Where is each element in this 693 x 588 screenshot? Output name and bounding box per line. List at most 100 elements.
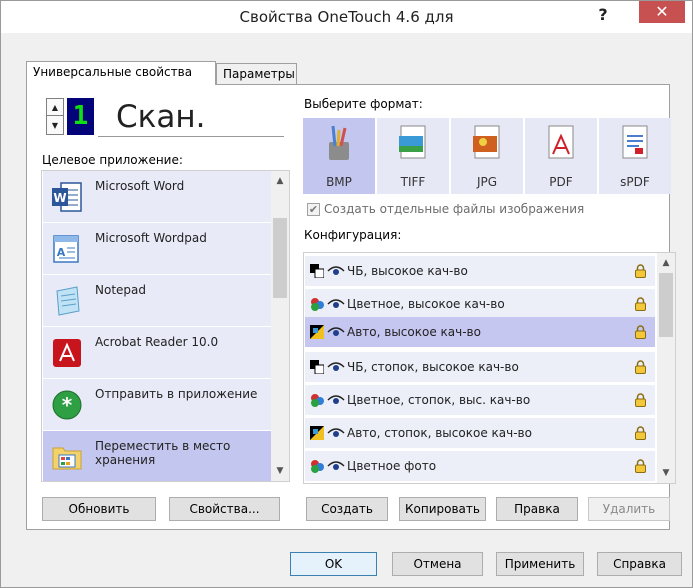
- color-mode-icon: [311, 298, 324, 311]
- eye-icon: [327, 428, 345, 437]
- list-item[interactable]: * Отправить в приложение: [43, 379, 271, 430]
- jpg-icon: [473, 125, 500, 159]
- ok-button[interactable]: OK: [290, 552, 377, 576]
- scan-spinner[interactable]: ▲ ▼: [46, 98, 64, 135]
- auto-mode-icon: [310, 426, 324, 440]
- list-item[interactable]: Notepad: [43, 275, 271, 326]
- separate-files-label: Создать отдельные файлы изображения: [324, 202, 585, 216]
- list-item-selected[interactable]: Авто, высокое кач-во: [305, 317, 655, 347]
- scrollbar-thumb[interactable]: [273, 218, 287, 298]
- lock-icon: [635, 325, 646, 339]
- properties-dialog: Свойства OneTouch 4.6 для ? ✕ Универсаль…: [0, 0, 693, 588]
- list-item[interactable]: Цветное, стопок, выс. кач-во: [305, 385, 655, 415]
- send-to-app-icon: *: [52, 390, 82, 420]
- list-item[interactable]: Авто, стопок, высокое кач-во: [305, 418, 655, 448]
- create-button[interactable]: Создать: [306, 497, 388, 521]
- list-item[interactable]: W Microsoft Word: [43, 171, 271, 222]
- format-label: BMP: [326, 175, 352, 189]
- refresh-button[interactable]: Обновить: [42, 497, 156, 521]
- target-app-heading: Целевое приложение:: [42, 153, 183, 167]
- close-button[interactable]: ✕: [639, 1, 685, 23]
- tab-universal-properties[interactable]: Универсальные свойства: [26, 61, 216, 85]
- list-item[interactable]: ЧБ, стопок, высокое кач-во: [305, 352, 655, 382]
- spdf-icon: [622, 125, 648, 159]
- eye-icon: [327, 327, 345, 336]
- config-list-scrollbar[interactable]: ▲ ▼: [657, 253, 675, 483]
- format-tiff[interactable]: TIFF: [377, 118, 449, 194]
- lock-icon: [635, 297, 646, 311]
- acrobat-icon: [53, 339, 81, 367]
- scan-name-field[interactable]: Скан.: [98, 97, 284, 137]
- svg-text:W: W: [53, 191, 66, 205]
- scroll-up-icon[interactable]: ▲: [657, 255, 675, 271]
- scrollbar-thumb[interactable]: [659, 273, 673, 337]
- app-label: Notepad: [95, 283, 146, 297]
- cancel-button[interactable]: Отмена: [392, 552, 483, 576]
- format-jpg[interactable]: JPG: [451, 118, 523, 194]
- config-label: ЧБ, стопок, высокое кач-во: [347, 360, 519, 374]
- pdf-icon: [548, 125, 574, 159]
- lock-icon: [635, 360, 646, 374]
- configuration-heading: Конфигурация:: [304, 228, 402, 242]
- format-spdf[interactable]: sPDF: [599, 118, 671, 194]
- config-label: Цветное, высокое кач-во: [347, 297, 505, 311]
- app-properties-button[interactable]: Свойства...: [169, 497, 280, 521]
- list-item[interactable]: Acrobat Reader 10.0: [43, 327, 271, 378]
- bmp-icon: [329, 125, 349, 160]
- format-bmp[interactable]: BMP: [303, 118, 375, 194]
- spinner-down-icon[interactable]: ▼: [47, 117, 63, 134]
- list-item-selected[interactable]: Переместить в место хранения: [43, 431, 271, 481]
- help-footer-button[interactable]: Справка: [597, 552, 682, 576]
- list-item[interactable]: Цветное, высокое кач-во: [305, 289, 655, 319]
- format-label: JPG: [476, 175, 498, 189]
- delete-button[interactable]: Удалить: [588, 497, 670, 521]
- eye-icon: [327, 362, 345, 371]
- tiff-icon: [399, 125, 426, 159]
- eye-icon: [327, 299, 345, 308]
- scroll-up-icon[interactable]: ▲: [271, 173, 289, 189]
- config-label: Цветное фото: [347, 459, 437, 473]
- bw-mode-icon: [310, 264, 324, 278]
- spinner-up-icon[interactable]: ▲: [47, 99, 63, 116]
- scan-number-display: 1: [67, 98, 94, 135]
- eye-icon: [327, 461, 345, 470]
- svg-text:*: *: [62, 393, 73, 417]
- app-list-scrollbar[interactable]: ▲ ▼: [271, 171, 289, 481]
- format-pdf[interactable]: PDF: [525, 118, 597, 194]
- app-label: Microsoft Word: [95, 179, 185, 193]
- apply-button[interactable]: Применить: [496, 552, 584, 576]
- list-item[interactable]: A Microsoft Wordpad: [43, 223, 271, 274]
- copy-button[interactable]: Копировать: [399, 497, 486, 521]
- auto-mode-icon: [310, 325, 324, 339]
- scroll-down-icon[interactable]: ▼: [271, 463, 289, 479]
- edit-button[interactable]: Правка: [496, 497, 578, 521]
- config-label: Авто, стопок, высокое кач-во: [347, 426, 532, 440]
- eye-icon: [327, 266, 345, 275]
- format-heading: Выберите формат:: [304, 97, 423, 111]
- configuration-list[interactable]: ЧБ, высокое кач-во Цветное, высокое кач-…: [303, 252, 676, 484]
- color-mode-icon: [311, 394, 324, 407]
- lock-icon: [635, 393, 646, 407]
- separate-files-checkbox[interactable]: ✔: [307, 203, 320, 216]
- format-label: TIFF: [400, 175, 426, 189]
- app-label: Microsoft Wordpad: [95, 231, 207, 245]
- eye-icon: [327, 395, 345, 404]
- format-label: PDF: [549, 175, 573, 189]
- tab-parameters[interactable]: Параметры: [216, 63, 297, 85]
- scroll-down-icon[interactable]: ▼: [657, 465, 675, 481]
- config-label: Авто, высокое кач-во: [347, 325, 481, 339]
- wordpad-icon: A: [53, 235, 79, 263]
- bw-mode-icon: [310, 360, 324, 374]
- lock-icon: [635, 264, 646, 278]
- lock-icon: [635, 426, 646, 440]
- list-item[interactable]: ЧБ, высокое кач-во: [305, 256, 655, 286]
- color-mode-icon: [311, 460, 324, 473]
- list-item[interactable]: Цветное фото: [305, 451, 655, 481]
- help-button[interactable]: ?: [586, 3, 620, 29]
- config-label: Цветное, стопок, выс. кач-во: [347, 393, 531, 407]
- storage-folder-icon: [52, 447, 82, 470]
- format-selector: BMP TIFF JPG PDF sPDF: [303, 118, 671, 194]
- notepad-icon: [56, 286, 80, 316]
- format-label: sPDF: [620, 175, 650, 189]
- target-app-list[interactable]: W Microsoft Word A Microsoft Wordpad Not…: [41, 170, 290, 482]
